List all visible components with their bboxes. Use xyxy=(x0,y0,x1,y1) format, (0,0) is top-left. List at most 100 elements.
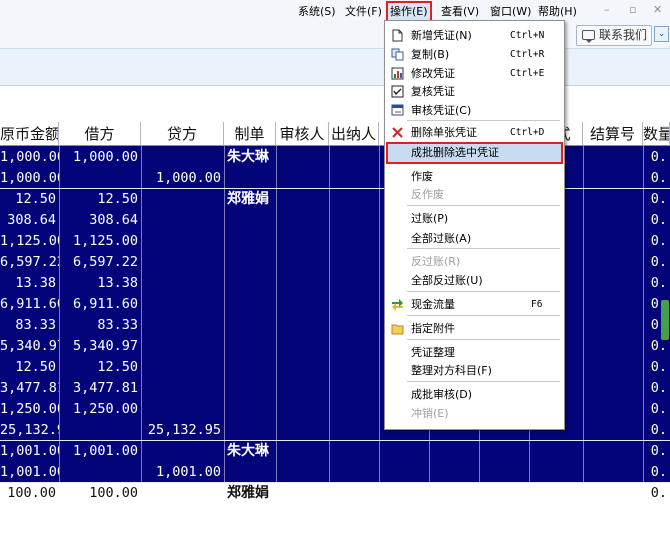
menu-item-audit-voucher[interactable]: 审核凭证(C) xyxy=(385,101,564,120)
menu-item-shortcut: Ctrl+D xyxy=(510,127,545,138)
menu-item-post[interactable]: 过账(P) xyxy=(385,209,564,228)
folder-icon xyxy=(391,324,404,335)
cell-debit: 13.38 xyxy=(97,275,138,291)
menu-item-unvoid: 反作废 xyxy=(385,185,564,204)
menu-item-label: 修改凭证 xyxy=(411,67,455,80)
cell-debit: 6,911.60 xyxy=(72,296,138,312)
minimize-icon[interactable]: – xyxy=(604,3,610,16)
menu-item-shortcut: F6 xyxy=(531,299,543,310)
cell-credit xyxy=(141,378,224,399)
menu-item-unpost-all[interactable]: 全部反过账(U) xyxy=(385,271,564,290)
cell-credit xyxy=(141,189,224,210)
column-header-orig[interactable]: 原币金额 xyxy=(0,122,59,146)
menu-item-attach-file[interactable]: 指定附件 xyxy=(385,319,564,338)
menu-item-void[interactable]: 作废 xyxy=(385,167,564,186)
cell-qty: 0. xyxy=(650,191,667,207)
menu-item-unpost: 反过账(R) xyxy=(385,252,564,271)
cell-credit xyxy=(141,147,224,168)
cell-maker xyxy=(224,462,276,483)
menu-separator xyxy=(407,291,560,292)
cell-debit: 1,125.00 xyxy=(72,233,138,249)
menu-item-cash-flow[interactable]: 现金流量 F6 xyxy=(385,295,564,314)
menu-item-label: 成批审核(D) xyxy=(411,388,473,401)
cell-qty: 0. xyxy=(650,485,667,501)
cell-qty: 0. xyxy=(650,170,667,186)
voucher-table[interactable]: 原币金额借方贷方制单审核人出纳人过方式结算号数量1,000.001,000.00… xyxy=(0,122,670,549)
restore-icon[interactable]: ▫ xyxy=(629,3,636,16)
menu-item-label: 整理对方科目(F) xyxy=(411,364,492,377)
menu-item-label: 现金流量 xyxy=(411,298,455,311)
menu-item-review-voucher[interactable]: 复核凭证 xyxy=(385,82,564,101)
menu-item-post-all[interactable]: 全部过账(A) xyxy=(385,229,564,248)
cell-credit: 25,132.95 xyxy=(147,422,221,438)
column-header-maker[interactable]: 制单 xyxy=(224,122,276,146)
menu-item-batch-delete-selected[interactable]: 成批删除选中凭证 xyxy=(386,142,563,164)
cell-credit xyxy=(141,231,224,252)
cell-credit xyxy=(141,336,224,357)
menu-separator xyxy=(407,205,560,206)
cell-debit xyxy=(59,420,141,441)
menu-item-label: 冲销(E) xyxy=(411,407,449,420)
menu-system[interactable]: 系统(S) xyxy=(296,3,338,20)
expand-toolbar-button[interactable]: ⌄ xyxy=(654,26,669,42)
menu-item-organize-vouchers[interactable]: 凭证整理 xyxy=(385,343,564,362)
menu-item-new-voucher[interactable]: 新增凭证(N) Ctrl+N xyxy=(385,26,564,45)
cell-orig: 1,125.00 xyxy=(0,233,59,249)
cell-maker: 郑雅娟 xyxy=(227,191,269,207)
cell-credit xyxy=(141,252,224,273)
cell-orig: 12.50 xyxy=(15,359,56,375)
cell-qty: 0. xyxy=(650,422,667,438)
cell-maker xyxy=(224,210,276,231)
cell-debit: 308.64 xyxy=(89,212,138,228)
column-header-debit[interactable]: 借方 xyxy=(59,122,141,146)
copy-icon xyxy=(391,48,404,61)
menu-view[interactable]: 查看(V) xyxy=(439,3,481,20)
menu-separator xyxy=(407,248,560,249)
cell-debit: 100.00 xyxy=(89,485,138,501)
menu-operation[interactable]: 操作(E) xyxy=(386,1,432,22)
cell-debit: 3,477.81 xyxy=(72,380,138,396)
menu-item-label: 全部反过账(U) xyxy=(411,274,483,287)
contact-us-button[interactable]: 联系我们 xyxy=(576,25,652,46)
menu-file[interactable]: 文件(F) xyxy=(343,3,384,20)
cell-qty: 0. xyxy=(650,443,667,459)
menu-item-edit-voucher[interactable]: 修改凭证 Ctrl+E xyxy=(385,64,564,83)
cell-debit: 12.50 xyxy=(97,191,138,207)
chevron-down-icon: ⌄ xyxy=(657,29,666,39)
operation-menu: 新增凭证(N) Ctrl+N 复制(B) Ctrl+R 修改凭证 Ctrl+E 复核凭证审核… xyxy=(384,20,565,430)
menu-item-write-off: 冲销(E) xyxy=(385,404,564,423)
cell-qty: 0. xyxy=(650,149,667,165)
menu-bar: 系统(S) 文件(F) 操作(E) 查看(V) 窗口(W) 帮助(H) – ▫ … xyxy=(0,0,670,22)
cell-credit xyxy=(141,210,224,231)
cell-debit: 83.33 xyxy=(97,317,138,333)
menu-item-batch-audit[interactable]: 成批审核(D) xyxy=(385,385,564,404)
cell-qty: 0. xyxy=(650,233,667,249)
menu-window[interactable]: 窗口(W) xyxy=(488,3,533,20)
column-header-cashier[interactable]: 出纳人 xyxy=(329,122,379,146)
cell-credit xyxy=(141,273,224,294)
close-icon[interactable]: ✕ xyxy=(653,3,662,16)
column-header-settle[interactable]: 结算号 xyxy=(583,122,643,146)
cell-maker xyxy=(224,420,276,441)
menu-item-copy[interactable]: 复制(B) Ctrl+R xyxy=(385,45,564,64)
cell-maker xyxy=(224,231,276,252)
cell-maker xyxy=(224,378,276,399)
menu-item-organize-counter-accounts[interactable]: 整理对方科目(F) xyxy=(385,361,564,380)
menu-item-delete-single[interactable]: 删除单张凭证 Ctrl+D xyxy=(385,123,564,142)
column-header-qty[interactable]: 数量 xyxy=(643,122,670,146)
scroll-indicator[interactable] xyxy=(661,300,669,340)
cell-orig: 6,597.22 xyxy=(0,254,59,270)
column-header-auditor[interactable]: 审核人 xyxy=(276,122,329,146)
cell-orig: 1,000.00 xyxy=(0,170,59,186)
column-header-credit[interactable]: 贷方 xyxy=(141,122,224,146)
cell-orig: 83.33 xyxy=(15,317,56,333)
cell-credit xyxy=(141,294,224,315)
cell-credit xyxy=(141,315,224,336)
cell-credit: 1,001.00 xyxy=(155,464,221,480)
menu-separator xyxy=(407,339,560,340)
cell-debit: 1,250.00 xyxy=(72,401,138,417)
menu-item-label: 成批删除选中凭证 xyxy=(411,146,499,159)
menu-help[interactable]: 帮助(H) xyxy=(536,3,579,20)
menu-item-label: 审核凭证(C) xyxy=(411,104,472,117)
menu-item-shortcut: Ctrl+N xyxy=(510,30,545,41)
